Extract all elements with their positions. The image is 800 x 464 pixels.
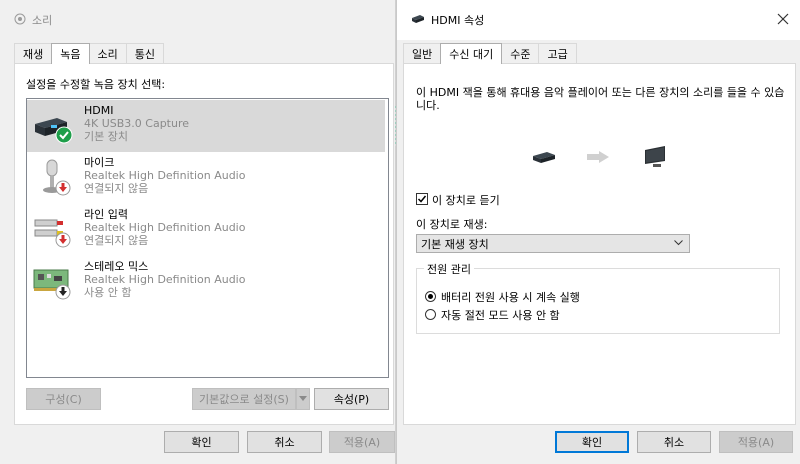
capture-device-icon (533, 152, 555, 163)
listen-checkbox[interactable] (416, 193, 428, 205)
chevron-down-icon (299, 396, 307, 401)
instruction-label: 설정을 수정할 녹음 장치 선택: (26, 78, 166, 91)
tab-recording[interactable]: 녹음 (51, 43, 90, 64)
props-tabs: 일반 수신 대기 수준 고급 (403, 43, 577, 64)
tab-communications[interactable]: 통신 (125, 43, 164, 63)
continue-on-battery-radio[interactable] (425, 291, 436, 302)
chevron-down-icon (674, 240, 683, 246)
hdmi-properties-window: HDMI 속성 일반 수신 대기 수준 고급 이 HDMI 잭을 통해 휴대용 … (396, 0, 800, 464)
playback-device-select[interactable]: 기본 재생 장치 (416, 234, 690, 253)
device-name: HDMI (84, 104, 114, 117)
device-name: 스테레오 믹스 (84, 260, 149, 273)
capture-device-icon (411, 14, 425, 27)
device-name: 마이크 (84, 156, 115, 169)
rca-cable-icon (31, 210, 75, 250)
set-default-button[interactable]: 기본값으로 설정(S) (192, 388, 296, 410)
tab-listen[interactable]: 수신 대기 (440, 43, 503, 64)
props-titlebar: HDMI 속성 (397, 0, 800, 40)
listen-description: 이 HDMI 잭을 통해 휴대용 음악 플레이어 또는 다른 장치의 소리를 들… (416, 86, 785, 112)
disabled-badge-icon (55, 284, 71, 300)
sound-titlebar: 소리 (0, 0, 395, 40)
sound-tabs: 재생 녹음 소리 통신 (14, 43, 164, 64)
tab-levels[interactable]: 수준 (501, 43, 540, 63)
device-item-hdmi[interactable]: HDMI 4K USB3.0 Capture 기본 장치 (27, 100, 409, 152)
tab-advanced[interactable]: 고급 (538, 43, 577, 63)
power-management-group: 전원 관리 배터리 전원 사용 시 계속 실행 자동 절전 모드 사용 안 함 (416, 261, 780, 334)
checkmark-icon (417, 195, 427, 203)
set-default-dropdown[interactable] (296, 388, 310, 410)
device-driver: 4K USB3.0 Capture (84, 117, 190, 130)
properties-button[interactable]: 속성(P) (314, 388, 389, 410)
capture-device-icon (31, 106, 75, 146)
apply-button[interactable]: 적용(A) (329, 431, 395, 453)
continue-on-battery-label[interactable]: 배터리 전원 사용 시 계속 실행 (441, 289, 580, 305)
sound-window-title: 소리 (32, 14, 53, 27)
monitor-icon (645, 146, 665, 167)
device-item-line-in[interactable]: 라인 입력 Realtek High Definition Audio 연결되지… (27, 204, 385, 256)
speaker-icon (14, 13, 26, 28)
configure-button[interactable]: 구성(C) (26, 388, 101, 410)
tab-playback[interactable]: 재생 (14, 43, 53, 63)
default-check-icon (55, 126, 73, 144)
props-apply-button[interactable]: 적용(A) (719, 431, 793, 453)
device-status: 연결되지 않음 (84, 182, 149, 195)
device-status: 기본 장치 (84, 130, 128, 143)
device-item-microphone[interactable]: 마이크 Realtek High Definition Audio 연결되지 않… (27, 152, 385, 204)
props-ok-button[interactable]: 확인 (555, 431, 629, 453)
disconnected-badge-icon (55, 180, 71, 196)
tab-sounds[interactable]: 소리 (88, 43, 127, 63)
props-cancel-button[interactable]: 취소 (637, 431, 711, 453)
playback-device-value: 기본 재생 장치 (421, 237, 489, 251)
microphone-icon (31, 158, 75, 198)
power-group-title: 전원 관리 (424, 261, 474, 277)
disable-power-saving-radio[interactable] (425, 309, 436, 320)
device-list[interactable]: HDMI 4K USB3.0 Capture 기본 장치 마이크 Realtek… (26, 98, 409, 378)
close-icon[interactable] (776, 12, 790, 26)
props-window-title: HDMI 속성 (431, 14, 485, 27)
device-driver: Realtek High Definition Audio (84, 169, 246, 182)
disconnected-badge-icon (55, 232, 71, 248)
device-status: 사용 안 함 (84, 286, 132, 299)
tab-general[interactable]: 일반 (403, 43, 442, 63)
device-driver: Realtek High Definition Audio (84, 273, 246, 286)
device-item-stereo-mix[interactable]: 스테레오 믹스 Realtek High Definition Audio 사용… (27, 256, 385, 308)
listen-checkbox-label[interactable]: 이 장치로 듣기 (432, 192, 500, 208)
sound-card-icon (31, 262, 75, 302)
device-driver: Realtek High Definition Audio (84, 221, 246, 234)
sound-window: 소리 재생 녹음 소리 통신 설정을 수정할 녹음 장치 선택: HDMI 4K… (0, 0, 409, 464)
device-status: 연결되지 않음 (84, 234, 149, 247)
playback-label: 이 장치로 재생: (416, 218, 488, 231)
arrow-right-icon (587, 151, 609, 163)
disable-power-saving-label[interactable]: 자동 절전 모드 사용 안 함 (441, 307, 560, 323)
ok-button[interactable]: 확인 (164, 431, 239, 453)
cancel-button[interactable]: 취소 (247, 431, 322, 453)
routing-illustration (531, 146, 671, 170)
device-name: 라인 입력 (84, 208, 128, 221)
